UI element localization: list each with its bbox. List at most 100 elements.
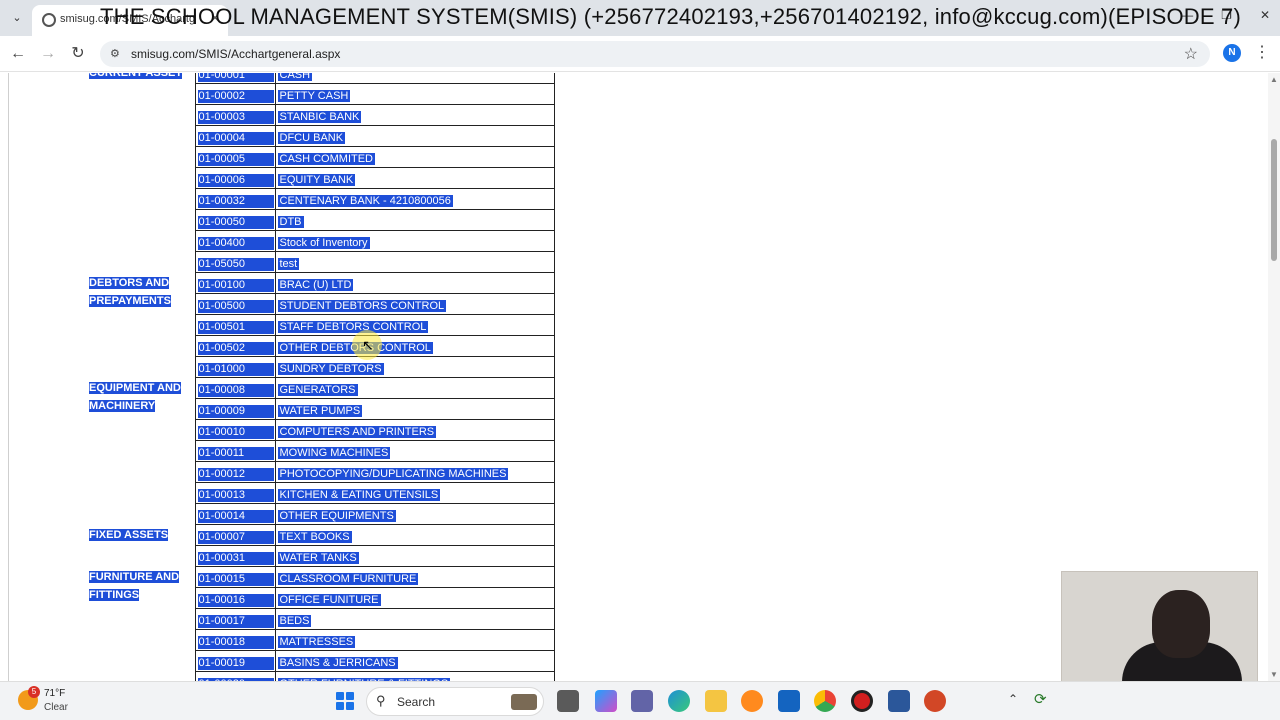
account-name: CASH COMMITED [277,153,375,165]
url-text[interactable]: smisug.com/SMIS/Acchartgeneral.aspx [131,47,340,61]
account-name-cell: OFFICE FUNITURE [274,587,555,609]
powerpoint-icon[interactable] [924,690,946,712]
account-row: FURNITURE AND FITTINGS 01-00015 CLASSROOM … [87,566,555,601]
account-name-cell: STANBIC BANK [274,104,555,126]
account-code-cell: 01-05050 [194,251,275,273]
teams-icon[interactable] [631,690,653,712]
account-name-cell: PETTY CASH [274,83,555,105]
account-code-cell: 01-00008 [194,377,275,399]
bookmark-star-icon[interactable]: ☆ [1184,44,1198,64]
account-name: BRAC (U) LTD [277,279,354,291]
account-code: 01-00009 [197,405,274,418]
account-group-cell: DEBTORS AND PREPAYMENTS [87,273,195,378]
account-group-name: DEBTORS AND PREPAYMENTS [89,276,171,307]
account-name: GENERATORS [277,384,358,396]
account-name-cell: STAFF DEBTORS CONTROL [274,314,555,336]
account-name: OFFICE FUNITURE [277,594,381,606]
account-name-cell: GENERATORS [274,377,555,399]
account-group-cell: CURRENT ASSET [87,73,195,273]
account-name: MATTRESSES [277,636,356,648]
record-icon[interactable] [851,690,873,712]
account-name: PHOTOCOPYING/DUPLICATING MACHINES [277,468,509,480]
url-bar[interactable]: ⚙ smisug.com/SMIS/Acchartgeneral.aspx ☆ [100,41,1210,67]
search-highlight-icon [511,694,537,710]
sync-icon[interactable]: ⟳ [1034,690,1047,708]
copilot-icon[interactable] [595,690,617,712]
task-view-icon[interactable] [557,690,579,712]
account-name: KITCHEN & EATING UTENSILS [277,489,441,501]
account-code: 01-00004 [197,132,274,145]
webcam-overlay [1061,571,1258,683]
account-code: 01-00015 [197,573,274,586]
account-code: 01-00010 [197,426,274,439]
account-name: OTHER EQUIPMENTS [277,510,396,522]
account-name-cell: MOWING MACHINES [274,440,555,462]
account-name-cell: OTHER FURNITURE & FITTINGS [274,671,555,681]
account-code-cell: 01-00017 [194,608,275,630]
account-name-cell: MATTRESSES [274,629,555,651]
edge-icon[interactable] [668,690,690,712]
page-left-border [8,73,9,681]
profile-avatar[interactable]: N [1223,44,1241,62]
menu-kebab-icon[interactable]: ⋮ [1254,42,1270,62]
scroll-up-icon[interactable]: ▲ [1270,75,1278,84]
windows-start-icon[interactable] [336,692,354,710]
firefox-icon[interactable] [741,690,763,712]
account-row: DEBTORS AND PREPAYMENTS 01-00100 BRAC (U) … [87,272,555,307]
chrome-icon[interactable] [814,690,836,712]
account-code: 01-00018 [197,636,274,649]
account-code: 01-00006 [197,174,274,187]
account-group-cell: FURNITURE AND FITTINGS [87,567,195,682]
account-code-cell: 01-00100 [194,272,275,294]
account-code-cell: 01-01000 [194,356,275,378]
account-group-name: CURRENT ASSET [89,73,183,79]
account-name: CLASSROOM FURNITURE [277,573,419,585]
account-name: STANBIC BANK [277,111,362,123]
back-arrow-icon[interactable]: ← [8,44,28,64]
account-code-cell: 01-00502 [194,335,275,357]
account-name: Stock of Inventory [277,237,370,249]
scroll-down-icon[interactable]: ▼ [1270,670,1278,679]
account-name-cell: STUDENT DEBTORS CONTROL [274,293,555,315]
account-group-cell: EQUIPMENT AND MACHINERY [87,378,195,525]
vertical-scrollbar[interactable]: ▲ ▼ [1268,73,1280,681]
account-name: MOWING MACHINES [277,447,391,459]
scroll-thumb[interactable] [1271,139,1277,261]
account-name: COMPUTERS AND PRINTERS [277,426,437,438]
account-code-cell: 01-00005 [194,146,275,168]
globe-icon [42,13,56,27]
account-name-cell: CLASSROOM FURNITURE [274,566,555,588]
account-code: 01-00100 [197,279,274,292]
file-explorer-icon[interactable] [705,690,727,712]
reload-icon[interactable]: ↻ [68,44,88,64]
weather-badge: 5 [28,686,40,698]
account-code-cell: 01-00001 [194,73,275,84]
account-code-cell: 01-00400 [194,230,275,252]
word-icon[interactable] [888,690,910,712]
account-code-cell: 01-00020 [194,671,275,681]
account-code-cell: 01-00006 [194,167,275,189]
weather-condition[interactable]: Clear [44,702,68,713]
taskbar-search[interactable]: ⚲ Search [366,687,544,716]
account-code: 01-00050 [197,216,274,229]
account-code-cell: 01-00007 [194,524,275,546]
tray-chevron-icon[interactable]: ⌃ [1008,692,1018,706]
account-code-cell: 01-00010 [194,419,275,441]
account-name: WATER TANKS [277,552,359,564]
account-name: DTB [277,216,304,228]
account-code-cell: 01-00500 [194,293,275,315]
account-name: CENTENARY BANK - 4210800056 [277,195,453,207]
account-name: EQUITY BANK [277,174,356,186]
search-icon: ⚲ [376,693,386,708]
account-code-cell: 01-00019 [194,650,275,672]
weather-temperature[interactable]: 71°F [44,688,65,699]
site-info-icon[interactable]: ⚙ [110,47,124,61]
forward-arrow-icon[interactable]: → [38,44,58,64]
account-name-cell: CENTENARY BANK - 4210800056 [274,188,555,210]
account-row: CURRENT ASSET 01-00001 CASH [87,73,555,84]
close-window-icon[interactable]: ✕ [1260,8,1270,22]
account-code: 01-00001 [197,73,274,82]
account-name-cell: CASH COMMITED [274,146,555,168]
tab-search-icon[interactable]: ⌄ [8,9,26,27]
store-icon[interactable] [778,690,800,712]
